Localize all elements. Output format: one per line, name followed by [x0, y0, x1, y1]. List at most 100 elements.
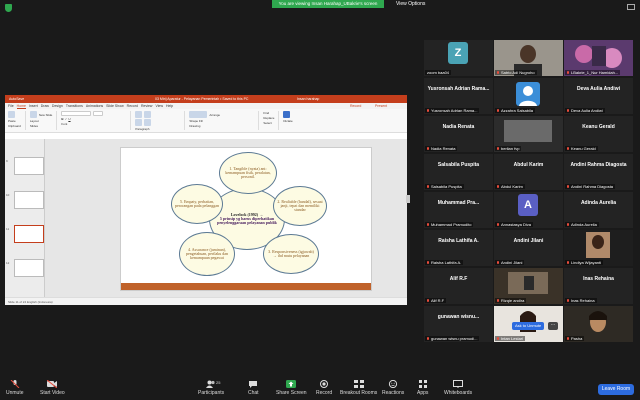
font-size-select[interactable]: [93, 111, 104, 116]
participant-tile[interactable]: gunawan wisnu... gunawan wisnu pramudi..…: [424, 306, 493, 342]
menu-view[interactable]: View: [155, 103, 163, 109]
participant-name-text: Salsabila Puspita: [431, 184, 462, 189]
gallery-view-icon[interactable]: [627, 4, 635, 10]
participant-tile[interactable]: Abdul Karim Abdul Karim: [494, 154, 563, 190]
circle-reliable[interactable]: 2. Realiable (handal), sesuai janji, tep…: [273, 186, 327, 226]
participant-tile[interactable]: Satrio Adi Nugroho: [494, 40, 563, 76]
shapes-gallery[interactable]: [189, 111, 208, 118]
circle-responsiveness[interactable]: 3. Responsiveness (tgjawab) → thd mutu p…: [263, 234, 319, 274]
align-left-icon[interactable]: [135, 119, 143, 126]
participant-tile[interactable]: Keanu Gerald Keanu Gerald: [564, 116, 633, 152]
paste-label: Paste: [8, 119, 16, 123]
participant-tile[interactable]: LBakrie_1_Nur Hamidah...: [564, 40, 633, 76]
participant-tile[interactable]: Salsabila Puspita Salsabila Puspita: [424, 154, 493, 190]
participant-tile[interactable]: Nadia Renata Nadia Renata: [424, 116, 493, 152]
italic-icon[interactable]: I: [66, 117, 67, 121]
shape-fill-button[interactable]: Shape Fill: [189, 119, 254, 123]
menu-design[interactable]: Design: [52, 103, 63, 109]
menu-help[interactable]: Help: [166, 103, 173, 109]
participant-tile[interactable]: Yusronsah Adrian Rama... Yusronsah Adria…: [424, 78, 493, 114]
menu-slideshow[interactable]: Slide Show: [106, 103, 124, 109]
participant-tile[interactable]: A Annastasya Diva: [494, 192, 563, 228]
breakout-rooms-button[interactable]: Breakout Rooms: [340, 380, 377, 396]
new-slide-icon[interactable]: [29, 111, 37, 118]
menu-insert[interactable]: Insert: [29, 103, 38, 109]
current-slide[interactable]: Lovelock (1992) → 5 prinsip yg harus dip…: [120, 147, 372, 291]
start-video-button[interactable]: Start Video: [40, 380, 65, 396]
ppt-user[interactable]: Insan harahap: [297, 95, 319, 103]
circle-tangible[interactable]: 1. Tangible (nyata) ant: kemampuan fisik…: [219, 152, 277, 194]
slide-thumbnail[interactable]: [14, 157, 44, 175]
bold-icon[interactable]: B: [61, 117, 63, 121]
arrange-button[interactable]: Arrange: [209, 113, 220, 117]
participant-tile[interactable]: Rizqie andira: [494, 268, 563, 304]
participant-tile[interactable]: Z zoom baa04: [424, 40, 493, 76]
align-center-icon[interactable]: [144, 119, 152, 126]
menu-transitions[interactable]: Transitions: [66, 103, 83, 109]
menu-review[interactable]: Review: [141, 103, 152, 109]
participant-tile[interactable]: Inas Rehaina Inas Rehaina: [564, 268, 633, 304]
share-screen-button[interactable]: Share Screen: [276, 380, 307, 396]
record-button[interactable]: Record: [316, 380, 332, 396]
participant-tile[interactable]: Andini Rahma Diagosta Andini Rahma Diago…: [564, 154, 633, 190]
participant-tile[interactable]: Muhammad Pra... Muhammad Pramudito: [424, 192, 493, 228]
menu-draw[interactable]: Draw: [41, 103, 49, 109]
participant-tile[interactable]: Pasha: [564, 306, 633, 342]
circle-empathy[interactable]: 5. Empaty, perhatian, perorangan pada pe…: [171, 184, 223, 224]
muted-mic-icon: [567, 337, 569, 340]
participant-tile[interactable]: Raisha Lathifa A. Raisha Lathifa A.: [424, 230, 493, 266]
participant-tile[interactable]: Deva Aulia Andiwi Deva Aulia Andiwi: [564, 78, 633, 114]
unmute-button[interactable]: Unmute: [6, 380, 24, 396]
find-button[interactable]: Find: [263, 111, 274, 115]
replace-button[interactable]: Replace: [263, 116, 274, 120]
muted-mic-icon: [427, 185, 429, 188]
participant-tile[interactable]: Azzahra Salsabila: [494, 78, 563, 114]
more-options-icon[interactable]: ···: [548, 322, 558, 330]
new-slide-label[interactable]: New Slide: [39, 113, 53, 117]
circle-assurance[interactable]: 4. Assurance (jaminan), pengetahuan, per…: [179, 232, 235, 276]
bullets-icon[interactable]: [135, 111, 143, 118]
menu-animations[interactable]: Animations: [86, 103, 103, 109]
muted-mic-icon: [567, 223, 569, 226]
paste-icon[interactable]: [8, 111, 15, 118]
underline-icon[interactable]: U: [68, 117, 70, 121]
select-button[interactable]: Select: [263, 121, 274, 125]
slide-thumbnail-selected[interactable]: [14, 225, 44, 243]
dictate-label[interactable]: Dictate: [283, 119, 292, 123]
ppt-record-button[interactable]: Record: [350, 103, 361, 109]
video-off-icon: [47, 380, 58, 388]
participant-avatar: A: [518, 194, 538, 216]
muted-mic-icon: [497, 147, 499, 150]
security-shield-icon[interactable]: [5, 4, 12, 12]
slide-thumbnail[interactable]: [14, 191, 44, 209]
font-family-select[interactable]: [61, 111, 92, 116]
layout-button[interactable]: Layout: [30, 119, 53, 123]
dictate-mic-icon[interactable]: [283, 111, 291, 118]
apps-button[interactable]: Apps: [417, 380, 428, 396]
slide-thumbnail-pane[interactable]: 9 10 11 12: [5, 139, 45, 297]
participant-tile[interactable]: Lindiya Wijayanti: [564, 230, 633, 266]
chat-button[interactable]: Chat: [248, 380, 259, 396]
autosave-toggle[interactable]: AutoSave: [9, 97, 24, 101]
ppt-present-button[interactable]: Present: [375, 103, 387, 109]
menu-file[interactable]: File: [8, 103, 14, 109]
participant-tile[interactable]: Alif R.F Alif R.F: [424, 268, 493, 304]
view-options-button[interactable]: View Options: [396, 0, 425, 9]
menu-home[interactable]: Home: [16, 103, 26, 109]
menu-record[interactable]: Record: [127, 103, 138, 109]
drawing-group-label: Drawing: [189, 124, 201, 128]
participant-tile[interactable]: Adinda Aurelia Adinda Aurelia: [564, 192, 633, 228]
participant-bigname: gunawan wisnu...: [437, 314, 480, 320]
slide-thumbnail[interactable]: [14, 259, 44, 277]
numbering-icon[interactable]: [144, 111, 152, 118]
participant-bigname: Salsabila Puspita: [437, 162, 480, 168]
leave-room-button[interactable]: Leave Room: [598, 384, 634, 395]
thumb-number: 10: [6, 193, 10, 197]
participant-name: Abdul Karim: [495, 184, 525, 189]
participant-tile[interactable]: berlian fvp: [494, 116, 563, 152]
whiteboards-button[interactable]: Whiteboards: [444, 380, 472, 396]
reactions-button[interactable]: Reactions: [382, 380, 404, 396]
share-resize-handle[interactable]: [406, 195, 410, 203]
participant-tile[interactable]: Andini Jilani Andini Jilani: [494, 230, 563, 266]
ask-to-unmute-button[interactable]: Ask to Unmute: [512, 322, 545, 330]
